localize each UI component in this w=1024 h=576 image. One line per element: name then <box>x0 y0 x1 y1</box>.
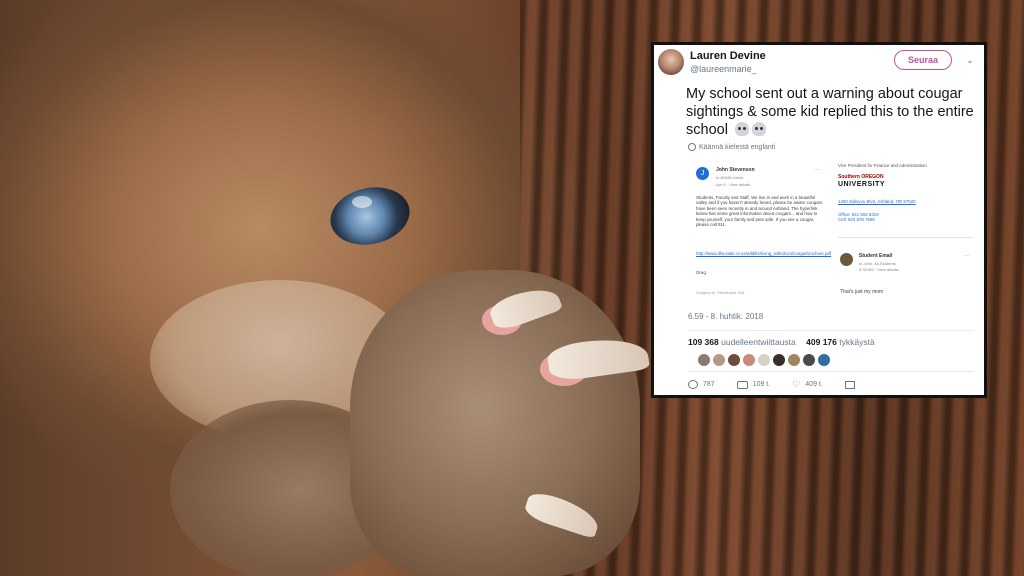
reply-time: 6:33 AM · View details <box>859 267 899 272</box>
divider <box>838 237 973 238</box>
signature-title: Vice President for Finance and Administr… <box>838 163 927 168</box>
email-signoff: Greg <box>696 270 706 275</box>
skull-emoji-icon <box>734 122 749 136</box>
eye-highlight <box>352 196 372 208</box>
reply-avatar <box>840 253 853 266</box>
address: 1250 Siskiyou Blvd, Ashland, OR 97520 <box>838 199 916 204</box>
embedded-email-screenshot[interactable]: J John Stevenson ··· to ANNN-Users Apr 6… <box>688 157 978 304</box>
more-icon: ··· <box>814 167 820 173</box>
like-count: 409 t. <box>805 381 823 388</box>
author-avatar[interactable] <box>658 49 684 75</box>
follow-button[interactable]: Seuraa <box>894 50 952 70</box>
avatar[interactable] <box>818 354 830 366</box>
avatar[interactable] <box>758 354 770 366</box>
globe-icon <box>688 143 696 151</box>
skull-emoji-icon <box>751 122 766 136</box>
avatar[interactable] <box>743 354 755 366</box>
chevron-down-icon[interactable]: ⌄ <box>964 54 976 66</box>
more-icon: ··· <box>964 253 970 259</box>
phone-numbers: Office: 541 552 6319 Cell: 503 678 7656 <box>838 212 879 223</box>
cougar-eye <box>325 180 415 252</box>
author-name[interactable]: Lauren Devine <box>690 50 766 62</box>
university-line1: Southern OREGON <box>838 174 884 180</box>
email-sender-avatar: J <box>696 167 709 180</box>
retweet-icon <box>736 380 748 389</box>
retweet-button[interactable]: 109 t. <box>736 380 771 389</box>
tweet-card: Lauren Devine @laureenmarie_ Seuraa ⌄ My… <box>651 42 987 398</box>
tweet-text: My school sent out a warning about couga… <box>686 85 978 139</box>
reply-count: 787 <box>703 381 715 388</box>
translate-link[interactable]: Käännä kielestä englanti <box>688 143 775 151</box>
message-button[interactable] <box>844 380 855 389</box>
email-link: http://www.dfw.state.or.us/wildlife/livi… <box>696 251 832 256</box>
divider <box>688 371 974 372</box>
email-sender-name: John Stevenson <box>716 167 755 173</box>
author-handle[interactable]: @laureenmarie_ <box>690 64 757 74</box>
message-icon <box>844 380 855 389</box>
avatar[interactable] <box>788 354 800 366</box>
reply-icon <box>688 380 698 389</box>
tweet-timestamp[interactable]: 6.59 - 8. huhtik. 2018 <box>688 312 763 321</box>
like-button[interactable]: ♡ 409 t. <box>792 380 823 389</box>
cell-phone: Cell: 503 678 7656 <box>838 217 875 223</box>
email-signature: Gregory M. Stevenson, MA <box>696 290 745 295</box>
tweet-actions: 787 109 t. ♡ 409 t. <box>688 380 877 389</box>
avatar[interactable] <box>698 354 710 366</box>
liker-avatars <box>698 354 830 366</box>
university-logo: Southern OREGON UNIVERSITY <box>838 172 933 194</box>
email-to-line: to ANNN-Users <box>716 175 744 180</box>
likes-count[interactable]: 409 176 <box>806 337 837 347</box>
divider <box>688 330 974 331</box>
translate-label: Käännä kielestä englanti <box>699 143 776 151</box>
reply-sender-name: Student Email <box>859 253 893 259</box>
tweet-stats: 109 368 uudelleentwiittausta 409 176 tyk… <box>688 337 883 347</box>
reply-to-line: to John, All-Students <box>859 261 896 266</box>
avatar[interactable] <box>728 354 740 366</box>
tweet-body: My school sent out a warning about couga… <box>686 86 974 138</box>
like-icon: ♡ <box>792 379 801 389</box>
email-body: Students, Faculty and Staff, We live in … <box>696 195 823 228</box>
likes-label: tykkäystä <box>839 337 875 347</box>
university-line2: UNIVERSITY <box>838 181 886 188</box>
reply-body: That's just my mom <box>840 289 884 295</box>
avatar[interactable] <box>773 354 785 366</box>
reply-button[interactable]: 787 <box>688 380 715 389</box>
avatar[interactable] <box>713 354 725 366</box>
retweets-label: uudelleentwiittausta <box>721 337 796 347</box>
avatar[interactable] <box>803 354 815 366</box>
retweet-count: 109 t. <box>752 381 771 388</box>
retweets-count[interactable]: 109 368 <box>688 337 719 347</box>
email-date: Apr 6 · View details <box>716 182 751 187</box>
